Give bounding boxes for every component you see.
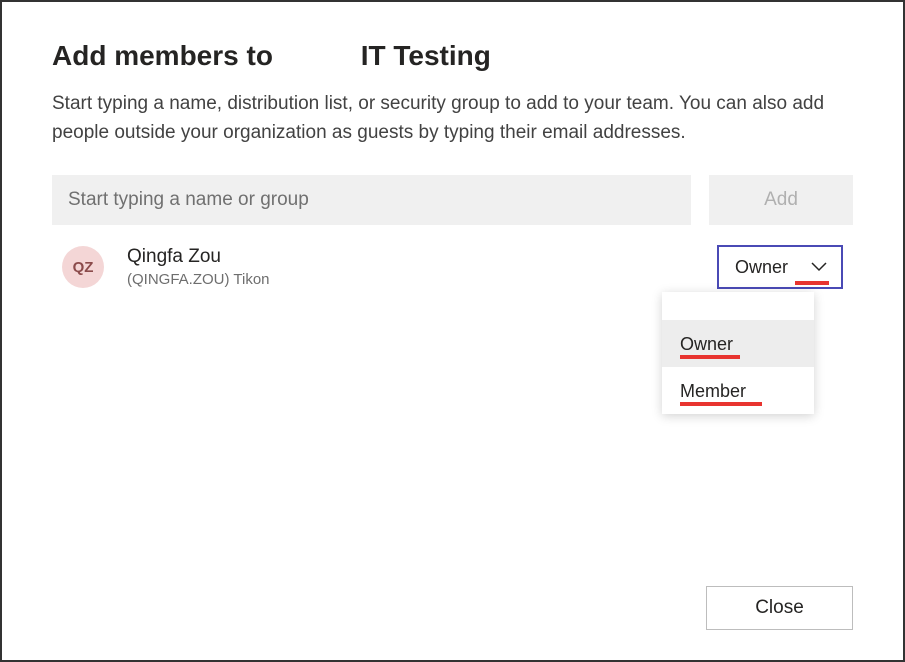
title-prefix: Add members to: [52, 40, 273, 72]
search-input[interactable]: [52, 175, 691, 225]
add-button[interactable]: Add: [709, 175, 853, 225]
role-option-member[interactable]: Member: [662, 367, 814, 414]
role-option-owner[interactable]: Owner: [662, 320, 814, 367]
member-name: Qingfa Zou: [127, 245, 717, 270]
avatar: QZ: [62, 246, 104, 288]
chevron-down-icon: [811, 262, 827, 272]
add-members-dialog: Add members to IT Testing Start typing a…: [0, 0, 905, 662]
role-option-member-label: Member: [680, 381, 746, 401]
annotation-underline: [680, 355, 740, 359]
dropdown-spacer: [662, 292, 814, 320]
title-team-name: IT Testing: [361, 40, 491, 71]
role-dropdown-label: Owner: [735, 257, 788, 278]
role-dropdown[interactable]: Owner: [717, 245, 843, 289]
annotation-underline: [795, 281, 829, 285]
dialog-subtitle: Start typing a name, distribution list, …: [52, 90, 853, 147]
member-row: QZ Qingfa Zou (QINGFA.ZOU) Tikon Owner: [52, 237, 853, 297]
role-option-owner-label: Owner: [680, 334, 733, 354]
member-info: Qingfa Zou (QINGFA.ZOU) Tikon: [127, 245, 717, 289]
role-dropdown-menu: Owner Member: [662, 292, 814, 414]
member-detail: (QINGFA.ZOU) Tikon: [127, 270, 717, 290]
dialog-title: Add members to IT Testing: [52, 40, 853, 72]
close-button[interactable]: Close: [706, 586, 853, 630]
annotation-underline: [680, 402, 762, 406]
search-row: Add: [52, 175, 853, 225]
